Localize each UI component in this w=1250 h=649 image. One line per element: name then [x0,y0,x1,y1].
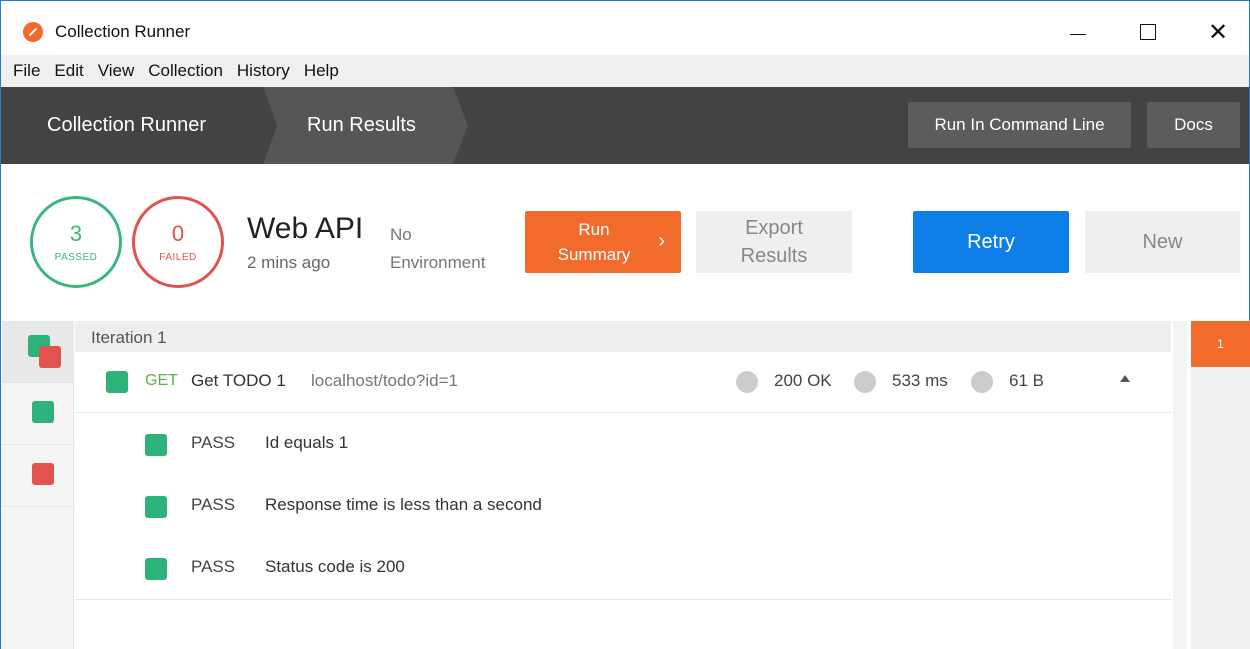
test-row: PASS Response time is less than a second [75,476,1171,538]
iteration-badge-1[interactable]: 1 [1191,321,1250,367]
test-pass-square-icon [145,558,167,580]
minimize-icon [1070,33,1086,35]
environment-line-2: Environment [390,253,486,272]
request-url: localhost/todo?id=1 [311,371,458,390]
test-name: Id equals 1 [265,433,349,452]
filter-passed[interactable] [2,383,74,445]
test-status: PASS [191,495,236,514]
chevron-right-icon: › [658,230,665,252]
time-dot-icon [854,371,876,393]
menu-file[interactable]: File [11,61,42,81]
test-row: PASS Id equals 1 [75,414,1171,476]
passed-count: 3 [69,220,83,246]
filter-failed[interactable] [2,445,74,507]
failed-label: FAILED [159,251,197,263]
request-name[interactable]: Get TODO 1 [191,371,286,391]
response-status: 200 OK [774,371,832,390]
menu-collection[interactable]: Collection [146,61,225,81]
retry-button[interactable]: Retry [913,211,1069,273]
window-title: Collection Runner [55,22,191,41]
close-button[interactable]: ✕ [1195,13,1241,51]
test-pass-square-icon [145,496,167,518]
export-line-1: Export [745,217,803,239]
run-summary-line-1: Run [578,220,610,239]
failed-square-icon [32,463,54,485]
run-time-ago: 2 mins ago [247,253,331,272]
results-scrollbar[interactable] [1173,321,1187,649]
response-time: 533 ms [892,371,948,390]
request-status-square-icon [106,371,128,393]
minimize-button[interactable] [1055,13,1101,51]
environment-line-1: No [390,225,412,244]
test-pass-square-icon [145,434,167,456]
breadcrumb-collection-runner[interactable]: Collection Runner [1,87,277,164]
environment-label: No Environment [390,221,485,277]
new-button[interactable]: New [1085,211,1240,273]
test-status: PASS [191,433,236,452]
run-in-command-line-button[interactable]: Run In Command Line [908,102,1131,148]
menu-edit[interactable]: Edit [52,61,85,81]
run-summary-panel: 3 PASSED 0 FAILED Web API 2 mins ago No … [0,164,1250,321]
iteration-list: 1 [1191,321,1250,649]
export-results-button[interactable]: Export Results [696,211,852,273]
breadcrumb-run-results[interactable]: Run Results [263,87,468,164]
export-line-2: Results [740,245,808,267]
window-titlebar: Collection Runner ✕ [0,0,1250,55]
size-dot-icon [971,371,993,393]
run-summary-button[interactable]: Run Summary › [525,211,681,273]
run-summary-line-2: Summary [557,245,631,264]
passed-label: PASSED [54,251,98,263]
collection-name: Web API [247,212,364,245]
divider [75,599,1171,600]
failed-count-circle: 0 FAILED [132,196,224,288]
all-red-square-icon [39,346,61,368]
maximize-button[interactable] [1125,13,1171,51]
failed-count: 0 [171,220,185,246]
menu-help[interactable]: Help [302,61,341,81]
results-panel: Iteration 1 GET Get TODO 1 localhost/tod… [0,321,1250,649]
collapse-caret-icon[interactable] [1120,375,1130,382]
test-status: PASS [191,557,236,576]
filter-all[interactable] [2,321,74,383]
runner-header: Run Results Collection Runner Run In Com… [0,87,1250,164]
results-filter-sidebar [2,321,74,649]
postman-logo-icon [23,22,43,42]
response-size: 61 B [1009,371,1044,390]
request-method: GET [145,372,178,389]
passed-square-icon [32,401,54,423]
test-name: Response time is less than a second [265,495,542,514]
menu-history[interactable]: History [235,61,292,81]
maximize-icon [1140,24,1156,40]
menu-view[interactable]: View [96,61,137,81]
menu-bar: File Edit View Collection History Help [0,55,1250,87]
passed-count-circle: 3 PASSED [30,196,122,288]
request-row[interactable]: GET Get TODO 1 localhost/todo?id=1 200 O… [75,352,1171,413]
test-row: PASS Status code is 200 [75,538,1171,600]
iteration-header: Iteration 1 [75,321,1171,352]
test-name: Status code is 200 [265,557,405,576]
docs-button[interactable]: Docs [1147,102,1240,148]
status-dot-icon [736,371,758,393]
